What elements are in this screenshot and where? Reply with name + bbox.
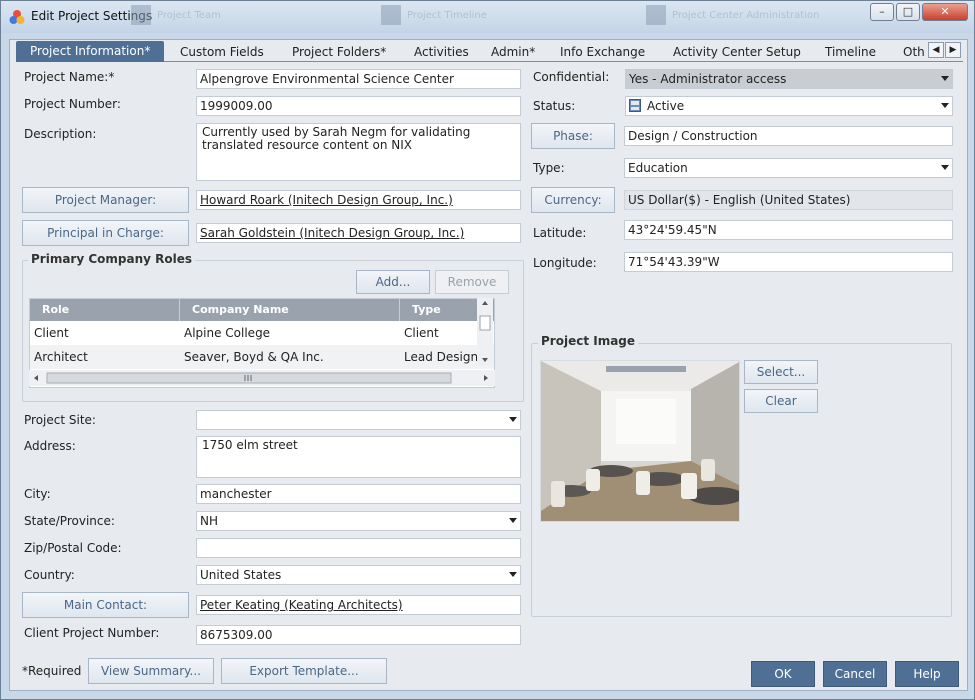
project-manager-field[interactable]: Howard Roark (Initech Design Group, Inc.… bbox=[196, 190, 521, 210]
status-select[interactable]: Active bbox=[625, 96, 953, 116]
cancel-button[interactable]: Cancel bbox=[823, 661, 887, 687]
project-image-title: Project Image bbox=[538, 334, 639, 348]
project-site-select[interactable] bbox=[196, 410, 521, 430]
principal-in-charge-button[interactable]: Principal in Charge: bbox=[22, 220, 189, 246]
project-site-label: Project Site: bbox=[24, 413, 96, 427]
tab-info-exchange[interactable]: Info Exchange bbox=[554, 42, 651, 62]
table-row[interactable]: Architect Seaver, Boyd & QA Inc. Lead De… bbox=[30, 345, 494, 369]
ghost-tab-admin: Project Center Administration bbox=[646, 5, 819, 29]
state-province-select[interactable]: NH bbox=[196, 511, 521, 531]
tab-activity-center-setup[interactable]: Activity Center Setup bbox=[667, 42, 807, 62]
column-header-company-name[interactable]: Company Name bbox=[180, 299, 400, 321]
latitude-field[interactable]: 43°24'59.45"N bbox=[624, 220, 953, 240]
principal-in-charge-field[interactable]: Sarah Goldstein (Initech Design Group, I… bbox=[196, 223, 521, 243]
main-contact-button[interactable]: Main Contact: bbox=[22, 592, 189, 618]
city-field[interactable]: manchester bbox=[196, 484, 521, 504]
tab-timeline[interactable]: Timeline bbox=[819, 42, 882, 62]
ghost-tab-project-team: Project Team bbox=[131, 5, 221, 29]
chevron-down-icon bbox=[509, 572, 517, 577]
required-note: *Required bbox=[22, 664, 82, 678]
chevron-down-icon bbox=[509, 518, 517, 523]
ghost-tab-project-timeline: Project Timeline bbox=[381, 5, 487, 29]
tab-other[interactable]: Oth bbox=[899, 42, 927, 62]
roles-vertical-scrollbar[interactable] bbox=[477, 298, 493, 366]
phase-button[interactable]: Phase: bbox=[531, 123, 615, 149]
role-cell: Client bbox=[34, 326, 69, 340]
tab-scroll-left-icon[interactable]: ◀ bbox=[928, 42, 944, 58]
project-manager-button[interactable]: Project Manager: bbox=[22, 187, 189, 213]
type-select[interactable]: Education bbox=[624, 158, 953, 178]
country-label: Country: bbox=[24, 568, 75, 582]
roles-horizontal-scrollbar[interactable] bbox=[29, 370, 495, 386]
tab-custom-fields[interactable]: Custom Fields bbox=[174, 42, 270, 62]
export-template-button[interactable]: Export Template... bbox=[221, 658, 387, 684]
confidential-select[interactable]: Yes - Administrator access bbox=[625, 69, 953, 89]
project-number-field[interactable]: 1999009.00 bbox=[196, 96, 521, 116]
client-project-number-label: Client Project Number: bbox=[24, 626, 160, 640]
chevron-down-icon bbox=[941, 103, 949, 108]
dialog-window: Edit Project Settings Project Team Proje… bbox=[0, 0, 975, 700]
select-image-button[interactable]: Select... bbox=[744, 360, 818, 384]
country-select[interactable]: United States bbox=[196, 565, 521, 585]
add-role-button[interactable]: Add... bbox=[356, 270, 430, 294]
primary-company-roles-title: Primary Company Roles bbox=[28, 252, 196, 266]
longitude-label: Longitude: bbox=[533, 256, 597, 270]
tab-project-folders[interactable]: Project Folders* bbox=[286, 42, 392, 62]
chevron-down-icon bbox=[941, 165, 949, 170]
chevron-down-icon bbox=[941, 76, 949, 81]
currency-field: US Dollar($) - English (United States) bbox=[624, 190, 953, 210]
company-cell: Alpine College bbox=[184, 326, 271, 340]
currency-button[interactable]: Currency: bbox=[531, 187, 615, 213]
company-cell: Seaver, Boyd & QA Inc. bbox=[184, 350, 324, 364]
tab-admin[interactable]: Admin* bbox=[485, 42, 541, 62]
project-name-label: Project Name:* bbox=[24, 70, 115, 84]
app-icon bbox=[9, 10, 25, 24]
close-button[interactable]: ✕ bbox=[922, 3, 968, 21]
tab-strip: Project Information* Custom Fields Proje… bbox=[16, 40, 963, 62]
address-field[interactable]: 1750 elm street bbox=[196, 436, 521, 478]
table-row[interactable]: Client Alpine College Client bbox=[30, 321, 494, 345]
status-active-icon bbox=[629, 99, 641, 112]
project-image bbox=[540, 360, 740, 522]
zip-postal-code-label: Zip/Postal Code: bbox=[24, 541, 122, 555]
dialog-body: Project Information* Custom Fields Proje… bbox=[9, 39, 968, 691]
remove-role-button[interactable]: Remove bbox=[435, 270, 509, 294]
address-label: Address: bbox=[24, 439, 76, 453]
confidential-label: Confidential: bbox=[533, 70, 610, 84]
description-field[interactable]: Currently used by Sarah Negm for validat… bbox=[196, 123, 521, 181]
role-cell: Architect bbox=[34, 350, 88, 364]
type-cell: Client bbox=[404, 326, 439, 340]
client-project-number-field[interactable]: 8675309.00 bbox=[196, 625, 521, 645]
chevron-down-icon bbox=[509, 417, 517, 422]
column-header-role[interactable]: Role bbox=[30, 299, 180, 321]
help-button[interactable]: Help bbox=[895, 661, 959, 687]
ok-button[interactable]: OK bbox=[751, 661, 815, 687]
status-label: Status: bbox=[533, 99, 576, 113]
main-contact-field[interactable]: Peter Keating (Keating Architects) bbox=[196, 595, 521, 615]
city-label: City: bbox=[24, 487, 51, 501]
title-bar: Edit Project Settings Project Team Proje… bbox=[1, 1, 974, 33]
tab-scroll-right-icon[interactable]: ▶ bbox=[945, 42, 961, 58]
description-label: Description: bbox=[24, 127, 97, 141]
latitude-label: Latitude: bbox=[533, 226, 587, 240]
state-province-label: State/Province: bbox=[24, 514, 115, 528]
minimize-button[interactable]: – bbox=[870, 3, 894, 21]
maximize-button[interactable]: □ bbox=[896, 3, 920, 21]
project-number-label: Project Number: bbox=[24, 97, 121, 111]
tab-activities[interactable]: Activities bbox=[408, 42, 475, 62]
tab-project-information[interactable]: Project Information* bbox=[16, 41, 165, 62]
phase-field[interactable]: Design / Construction bbox=[624, 126, 953, 146]
longitude-field[interactable]: 71°54'43.39"W bbox=[624, 252, 953, 272]
clear-image-button[interactable]: Clear bbox=[744, 389, 818, 413]
zip-postal-code-field[interactable] bbox=[196, 538, 521, 558]
table-header: Role Company Name Type bbox=[30, 299, 494, 321]
view-summary-button[interactable]: View Summary... bbox=[88, 658, 214, 684]
type-label: Type: bbox=[533, 161, 565, 175]
project-name-field[interactable]: Alpengrove Environmental Science Center bbox=[196, 69, 521, 89]
